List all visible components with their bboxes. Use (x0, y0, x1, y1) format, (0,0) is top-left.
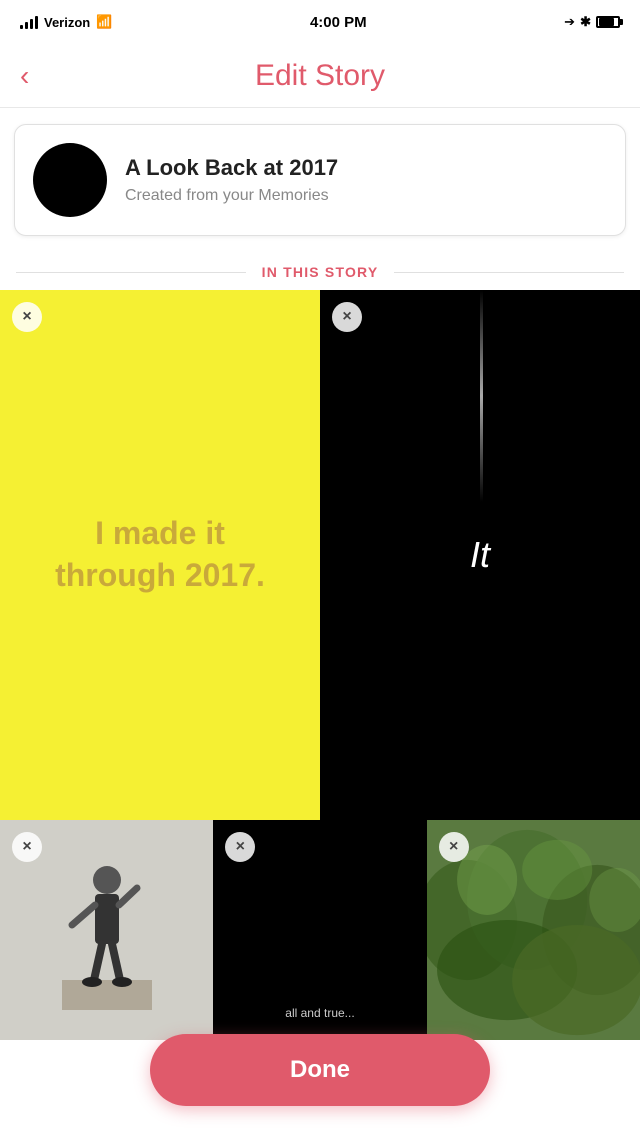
page-title: Edit Story (255, 59, 385, 93)
story-cell-black-large: × It (320, 290, 640, 820)
remove-button-4[interactable]: × (225, 832, 255, 862)
remove-button-1[interactable]: × (12, 302, 42, 332)
carrier-label: Verizon (44, 15, 90, 30)
section-label: IN THIS STORY (262, 264, 379, 280)
vertical-line-decoration (480, 290, 483, 502)
story-cell-nature: × (427, 820, 640, 1040)
remove-button-2[interactable]: × (332, 302, 362, 332)
back-button[interactable]: ‹ (20, 62, 29, 90)
black-cell-small-text: all and true... (213, 1006, 426, 1020)
avatar (33, 143, 107, 217)
done-container: Done (150, 1034, 490, 1106)
remove-button-3[interactable]: × (12, 832, 42, 862)
person-icon (62, 850, 152, 1010)
story-title: A Look Back at 2017 (125, 155, 607, 181)
section-label-row: IN THIS STORY (0, 252, 640, 290)
yellow-cell-text: I made itthrough 2017. (35, 493, 285, 616)
story-grid-small: × × all and true... × (0, 820, 640, 1040)
story-grid-large: × I made itthrough 2017. × It (0, 290, 640, 820)
status-left: Verizon 📶 (20, 14, 112, 30)
done-button[interactable]: Done (150, 1034, 490, 1106)
status-right: ➔ ✱ (564, 14, 620, 30)
black-cell-text: It (470, 534, 490, 576)
remove-button-5[interactable]: × (439, 832, 469, 862)
nav-bar: ‹ Edit Story (0, 44, 640, 108)
story-cell-yellow: × I made itthrough 2017. (0, 290, 320, 820)
story-header-card: A Look Back at 2017 Created from your Me… (14, 124, 626, 236)
story-info: A Look Back at 2017 Created from your Me… (125, 155, 607, 205)
battery-icon (596, 16, 620, 28)
story-subtitle: Created from your Memories (125, 187, 607, 205)
bluetooth-icon: ✱ (580, 14, 591, 30)
signal-icon (20, 15, 38, 29)
story-cell-photo-1: × (0, 820, 213, 1040)
location-icon: ➔ (564, 14, 575, 30)
right-divider (394, 272, 624, 273)
status-bar: Verizon 📶 4:00 PM ➔ ✱ (0, 0, 640, 44)
status-time: 4:00 PM (310, 14, 367, 31)
wifi-icon: 📶 (96, 14, 112, 30)
story-cell-black-small: × all and true... (213, 820, 426, 1040)
left-divider (16, 272, 246, 273)
